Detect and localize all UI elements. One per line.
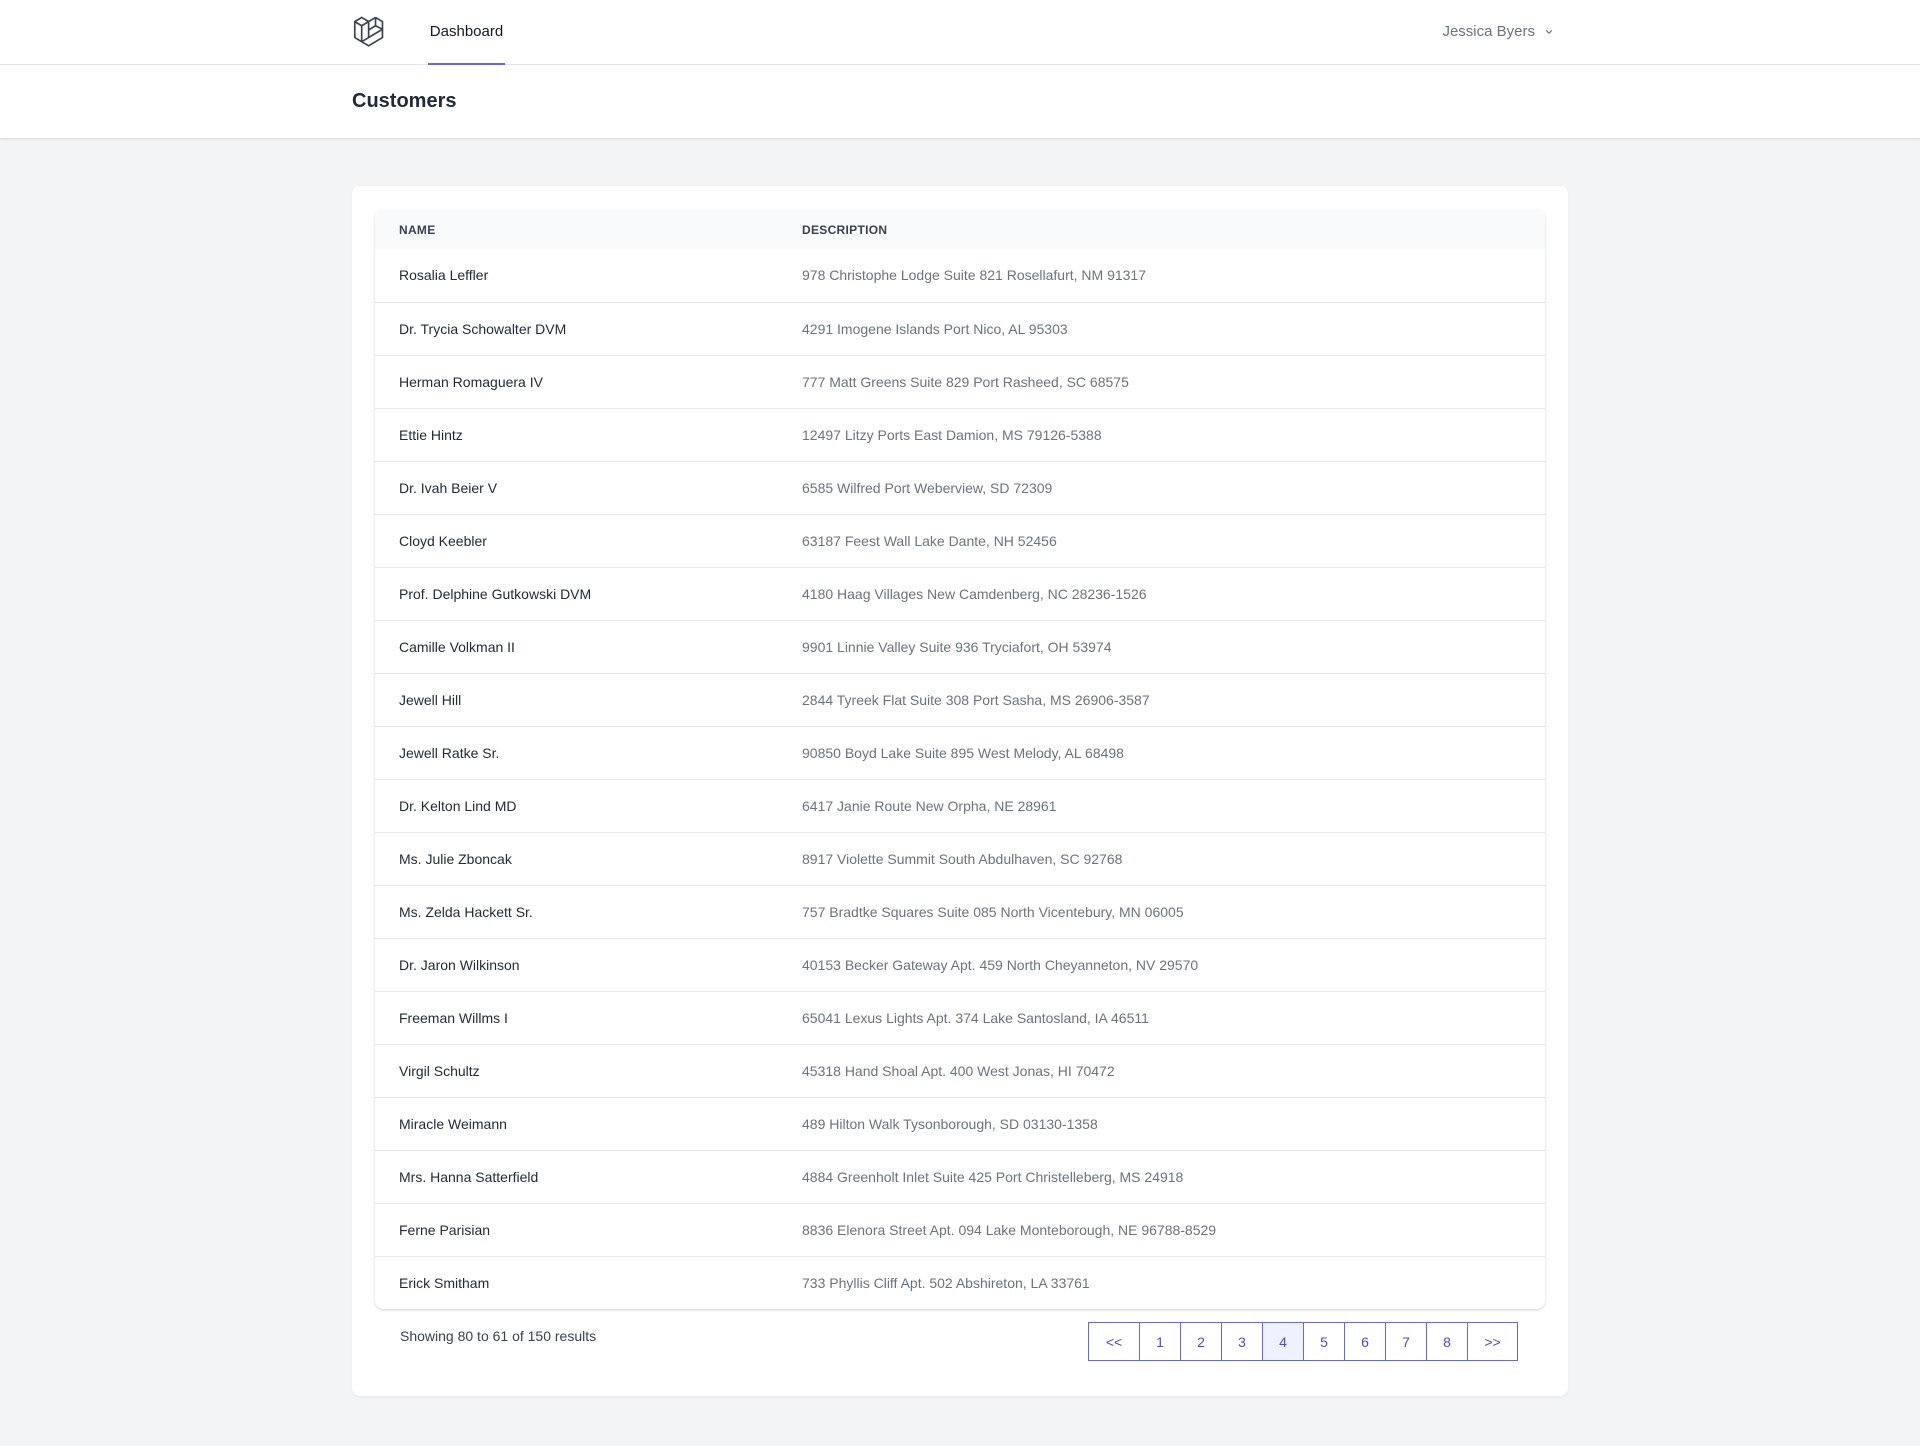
customer-description-cell: 757 Bradtke Squares Suite 085 North Vice… bbox=[802, 903, 1184, 920]
pagination-page-2-button[interactable]: 2 bbox=[1180, 1323, 1221, 1360]
nav-link-dashboard[interactable]: Dashboard bbox=[428, 0, 505, 65]
laravel-logo-icon[interactable] bbox=[352, 14, 388, 50]
pagination: << 1 2 3 4 5 6 7 8 >> bbox=[1088, 1322, 1518, 1361]
customer-name-cell: Camille Volkman II bbox=[399, 638, 515, 655]
pagination-page-7-button[interactable]: 7 bbox=[1385, 1323, 1426, 1360]
customer-name-cell: Dr. Ivah Beier V bbox=[399, 479, 498, 496]
customer-description-cell: 4180 Haag Villages New Camdenberg, NC 28… bbox=[802, 585, 1147, 602]
customer-description-cell: 2844 Tyreek Flat Suite 308 Port Sasha, M… bbox=[802, 691, 1150, 708]
customer-name-cell: Virgil Schultz bbox=[399, 1062, 480, 1079]
table-row: Virgil Schultz 45318 Hand Shoal Apt. 400 … bbox=[375, 1044, 1545, 1097]
customer-name-cell: Ms. Zelda Hackett Sr. bbox=[399, 903, 533, 920]
table-header-row: NAME DESCRIPTION bbox=[375, 210, 1545, 249]
customer-description-cell: 12497 Litzy Ports East Damion, MS 79126-… bbox=[802, 426, 1102, 443]
top-navigation: Dashboard Jessica Byers bbox=[0, 0, 1920, 65]
user-name: Jessica Byers bbox=[1442, 23, 1535, 40]
customers-card: NAME DESCRIPTION Rosalia Leffler 978 Chri… bbox=[352, 186, 1568, 1396]
table-row: Prof. Delphine Gutkowski DVM 4180 Haag Vi… bbox=[375, 567, 1545, 620]
customer-description-cell: 8917 Violette Summit South Abdulhaven, S… bbox=[802, 850, 1123, 867]
customer-description-cell: 8836 Elenora Street Apt. 094 Lake Monteb… bbox=[802, 1221, 1217, 1238]
table-row: Ferne Parisian 8836 Elenora Street Apt. 0… bbox=[375, 1203, 1545, 1256]
customer-description-cell: 90850 Boyd Lake Suite 895 West Melody, A… bbox=[802, 744, 1124, 761]
pagination-page-4-button[interactable]: 4 bbox=[1262, 1323, 1303, 1360]
customer-name-cell: Ferne Parisian bbox=[399, 1221, 491, 1238]
table-row: Jewell Hill 2844 Tyreek Flat Suite 308 Po… bbox=[375, 673, 1545, 726]
customer-description-cell: 4884 Greenholt Inlet Suite 425 Port Chri… bbox=[802, 1168, 1184, 1185]
customer-description-cell: 978 Christophe Lodge Suite 821 Rosellafu… bbox=[802, 267, 1146, 284]
table-row: Dr. Kelton Lind MD 6417 Janie Route New O… bbox=[375, 779, 1545, 832]
pagination-page-5-button[interactable]: 5 bbox=[1303, 1323, 1344, 1360]
customer-name-cell: Miracle Weimann bbox=[399, 1115, 507, 1132]
table-row: Mrs. Hanna Satterfield 4884 Greenholt Inl… bbox=[375, 1150, 1545, 1203]
table-row: Erick Smitham 733 Phyllis Cliff Apt. 502 … bbox=[375, 1256, 1545, 1309]
user-menu-dropdown[interactable]: Jessica Byers bbox=[1442, 0, 1555, 63]
chevron-down-icon bbox=[1546, 29, 1553, 34]
column-header-name: NAME bbox=[399, 222, 436, 237]
customer-name-cell: Dr. Kelton Lind MD bbox=[399, 797, 517, 814]
table-row: Herman Romaguera IV 777 Matt Greens Suite… bbox=[375, 355, 1545, 408]
customer-name-cell: Jewell Hill bbox=[399, 691, 462, 708]
customer-description-cell: 40153 Becker Gateway Apt. 459 North Chey… bbox=[802, 956, 1199, 973]
customer-name-cell: Ms. Julie Zboncak bbox=[399, 850, 512, 867]
table-row: Dr. Ivah Beier V 6585 Wilfred Port Weberv… bbox=[375, 461, 1545, 514]
table-row: Freeman Willms I 65041 Lexus Lights Apt. … bbox=[375, 991, 1545, 1044]
customer-name-cell: Rosalia Leffler bbox=[399, 267, 489, 284]
customer-name-cell: Dr. Jaron Wilkinson bbox=[399, 956, 520, 973]
pagination-page-6-button[interactable]: 6 bbox=[1344, 1323, 1385, 1360]
customer-name-cell: Jewell Ratke Sr. bbox=[399, 744, 500, 761]
customer-description-cell: 9901 Linnie Valley Suite 936 Tryciafort,… bbox=[802, 638, 1112, 655]
table-row: Jewell Ratke Sr. 90850 Boyd Lake Suite 89… bbox=[375, 726, 1545, 779]
customer-description-cell: 6417 Janie Route New Orpha, NE 28961 bbox=[802, 797, 1057, 814]
customer-description-cell: 6585 Wilfred Port Weberview, SD 72309 bbox=[802, 479, 1053, 496]
table-row: Ettie Hintz 12497 Litzy Ports East Damion… bbox=[375, 408, 1545, 461]
customer-name-cell: Prof. Delphine Gutkowski DVM bbox=[399, 585, 592, 602]
table-row: Rosalia Leffler 978 Christophe Lodge Suit… bbox=[375, 249, 1545, 302]
customer-name-cell: Dr. Trycia Schowalter DVM bbox=[399, 320, 567, 337]
page-title: Customers bbox=[352, 90, 457, 112]
pagination-prev-button[interactable]: << bbox=[1089, 1323, 1139, 1360]
table-row: Miracle Weimann 489 Hilton Walk Tysonboro… bbox=[375, 1097, 1545, 1150]
pagination-next-button[interactable]: >> bbox=[1467, 1323, 1517, 1360]
customer-name-cell: Ettie Hintz bbox=[399, 426, 463, 443]
customer-description-cell: 65041 Lexus Lights Apt. 374 Lake Santosl… bbox=[802, 1009, 1149, 1026]
page-header: Customers bbox=[0, 65, 1920, 138]
results-summary: Showing 80 to 61 of 150 results bbox=[400, 1328, 597, 1344]
customer-name-cell: Mrs. Hanna Satterfield bbox=[399, 1168, 539, 1185]
pagination-page-3-button[interactable]: 3 bbox=[1221, 1323, 1262, 1360]
table-body: Rosalia Leffler 978 Christophe Lodge Suit… bbox=[375, 249, 1545, 1309]
column-header-description: DESCRIPTION bbox=[802, 222, 888, 237]
customers-table: NAME DESCRIPTION Rosalia Leffler 978 Chri… bbox=[375, 210, 1545, 1309]
table-row: Dr. Jaron Wilkinson 40153 Becker Gateway … bbox=[375, 938, 1545, 991]
customer-description-cell: 63187 Feest Wall Lake Dante, NH 52456 bbox=[802, 532, 1057, 549]
customer-description-cell: 489 Hilton Walk Tysonborough, SD 03130-1… bbox=[802, 1115, 1098, 1132]
customer-description-cell: 4291 Imogene Islands Port Nico, AL 95303 bbox=[802, 320, 1068, 337]
table-row: Cloyd Keebler 63187 Feest Wall Lake Dante… bbox=[375, 514, 1545, 567]
customer-name-cell: Cloyd Keebler bbox=[399, 532, 487, 549]
table-row: Camille Volkman II 9901 Linnie Valley Sui… bbox=[375, 620, 1545, 673]
customer-description-cell: 777 Matt Greens Suite 829 Port Rasheed, … bbox=[802, 373, 1129, 390]
table-row: Ms. Julie Zboncak 8917 Violette Summit So… bbox=[375, 832, 1545, 885]
customer-name-cell: Herman Romaguera IV bbox=[399, 373, 543, 390]
customer-description-cell: 733 Phyllis Cliff Apt. 502 Abshireton, L… bbox=[802, 1274, 1090, 1291]
customer-name-cell: Freeman Willms I bbox=[399, 1009, 508, 1026]
table-row: Dr. Trycia Schowalter DVM 4291 Imogene Is… bbox=[375, 302, 1545, 355]
customer-description-cell: 45318 Hand Shoal Apt. 400 West Jonas, HI… bbox=[802, 1062, 1115, 1079]
pagination-page-8-button[interactable]: 8 bbox=[1426, 1323, 1467, 1360]
pagination-page-1-button[interactable]: 1 bbox=[1139, 1323, 1180, 1360]
table-row: Ms. Zelda Hackett Sr. 757 Bradtke Squares… bbox=[375, 885, 1545, 938]
customers-table-container: NAME DESCRIPTION Rosalia Leffler 978 Chri… bbox=[375, 210, 1545, 1309]
customer-name-cell: Erick Smitham bbox=[399, 1274, 490, 1291]
